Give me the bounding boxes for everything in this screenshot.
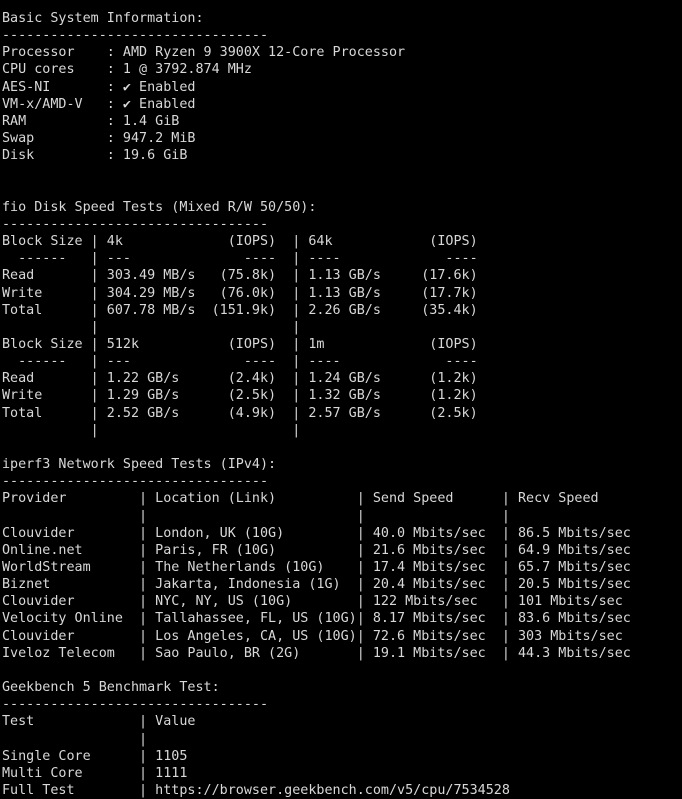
geekbench-header-row: Test | Value: [2, 714, 196, 730]
geekbench-empty-row: |: [2, 731, 148, 747]
basic-info-row: Swap : 947.2 MiB: [2, 131, 196, 147]
geekbench-rule: ---------------------------------: [2, 697, 269, 713]
basic-info-row: VM-x/AMD-V : ✔ Enabled: [2, 96, 196, 112]
basic-info-row: AES-NI : ✔ Enabled: [2, 79, 196, 95]
geekbench-data-row: Single Core | 1105: [2, 748, 188, 764]
basic-info-row: RAM : 1.4 GiB: [2, 113, 180, 129]
basic-info-row: Processor : AMD Ryzen 9 3900X 12-Core Pr…: [2, 45, 406, 61]
fio-data-row: Total | 2.52 GB/s (4.9k) | 2.57 GB/s (2.…: [2, 405, 478, 421]
fio-empty-row: | |: [2, 319, 301, 335]
iperf3-data-row: WorldStream | The Netherlands (10G) | 17…: [2, 560, 631, 575]
fio-data-row: Total | 607.78 MB/s (151.9k) | 2.26 GB/s…: [2, 302, 478, 318]
fio-empty-row: | |: [2, 422, 301, 438]
spacer-after-basic: [2, 164, 682, 181]
fio-header-row: Block Size | 512k (IOPS) | 1m (IOPS): [2, 336, 478, 352]
basic-info-title: Basic System Information:: [2, 11, 204, 26]
fio-title: fio Disk Speed Tests (Mixed R/W 50/50):: [2, 199, 317, 215]
iperf3-data-row: Iveloz Telecom | Sao Paulo, BR (2G) | 19…: [2, 645, 631, 661]
fio-data-row: Write | 1.29 GB/s (2.5k) | 1.32 GB/s (1.…: [2, 388, 478, 404]
iperf3-rule: ---------------------------------: [2, 474, 269, 490]
fio-rule: ---------------------------------: [2, 216, 269, 232]
fio-data-row: Write | 304.29 MB/s (76.0k) | 1.13 GB/s …: [2, 285, 478, 301]
iperf3-empty-row: | | |: [2, 508, 510, 524]
geekbench-title: Geekbench 5 Benchmark Test:: [2, 680, 220, 696]
fio-data-row: Read | 1.22 GB/s (2.4k) | 1.24 GB/s (1.2…: [2, 371, 478, 387]
iperf3-data-row: Biznet | Jakarta, Indonesia (1G) | 20.4 …: [2, 577, 631, 593]
iperf3-data-row: Clouvider | NYC, NY, US (10G) | 122 Mbit…: [2, 594, 623, 610]
fio-data-row: Read | 303.49 MB/s (75.8k) | 1.13 GB/s (…: [2, 268, 478, 284]
iperf3-header-row: Provider | Location (Link) | Send Speed …: [2, 491, 599, 507]
iperf3-data-row: Clouvider | Los Angeles, CA, US (10G)| 7…: [2, 628, 623, 644]
spacer-after-fio: [2, 439, 682, 456]
basic-info-row: Disk : 19.6 GiB: [2, 148, 188, 164]
geekbench-data-row: Multi Core | 1111: [2, 765, 188, 781]
iperf3-data-row: Clouvider | London, UK (10G) | 40.0 Mbit…: [2, 525, 631, 541]
fio-dashes-row: ------ | --- ---- | ---- ----: [2, 354, 478, 370]
terminal-output[interactable]: Basic System Information: ---------------…: [0, 0, 682, 798]
fio-dashes-row: ------ | --- ---- | ---- ----: [2, 251, 478, 267]
fio-header-row: Block Size | 4k (IOPS) | 64k (IOPS): [2, 234, 478, 250]
geekbench-full-test-link-row[interactable]: Full Test | https://browser.geekbench.co…: [2, 782, 682, 799]
basic-info-rule: ---------------------------------: [2, 28, 269, 44]
iperf3-data-row: Velocity Online | Tallahassee, FL, US (1…: [2, 611, 631, 627]
spacer-after-iperf3: [2, 662, 682, 679]
iperf3-data-row: Online.net | Paris, FR (10G) | 21.6 Mbit…: [2, 542, 631, 558]
basic-info-row: CPU cores : 1 @ 3792.874 MHz: [2, 62, 252, 78]
iperf3-title: iperf3 Network Speed Tests (IPv4):: [2, 457, 277, 473]
spacer-after-basic-2: [2, 182, 682, 199]
